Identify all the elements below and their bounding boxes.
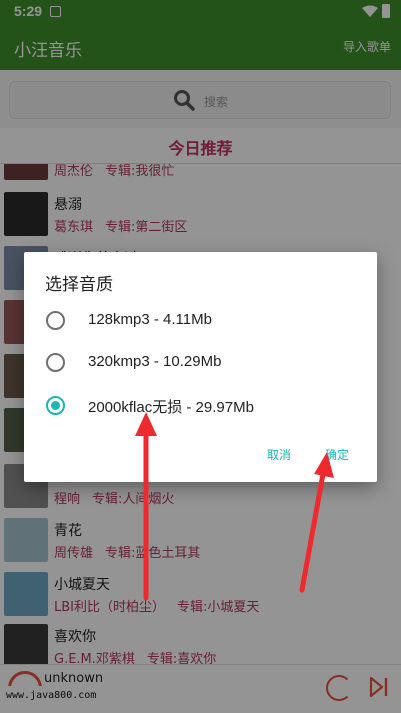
- quality-option-128k[interactable]: 128kmp3 - 4.11Mb: [24, 300, 377, 342]
- quality-option-flac[interactable]: 2000kflac无损 - 29.97Mb: [24, 385, 377, 427]
- radio-button-selected[interactable]: [46, 396, 65, 415]
- radio-button[interactable]: [46, 311, 65, 330]
- dialog-title: 选择音质: [45, 275, 113, 295]
- quality-dialog: 选择音质 128kmp3 - 4.11Mb 320kmp3 - 10.29Mb …: [24, 252, 377, 482]
- cancel-button[interactable]: 取消: [267, 446, 291, 463]
- quality-option-320k[interactable]: 320kmp3 - 10.29Mb: [24, 342, 377, 384]
- option-label: 320kmp3 - 10.29Mb: [88, 353, 222, 370]
- radio-button[interactable]: [46, 353, 65, 372]
- option-label: 2000kflac无损 - 29.97Mb: [88, 399, 254, 416]
- option-label: 128kmp3 - 4.11Mb: [88, 311, 212, 328]
- confirm-button[interactable]: 确定: [325, 446, 349, 463]
